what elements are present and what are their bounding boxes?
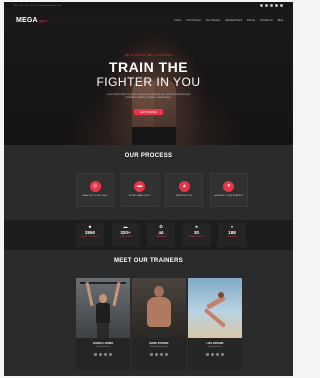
stat-item: ▬ 320+ TOTAL GYMS bbox=[111, 223, 140, 247]
stat-item: ☻ 2550 HAPPY CLIENTS bbox=[76, 223, 104, 247]
twitter-icon[interactable] bbox=[211, 353, 214, 356]
nav-item-contact[interactable]: Contact Us bbox=[260, 19, 273, 22]
stat-label: AWARDS WON bbox=[188, 236, 205, 238]
page: Mon - Sat: 9:00 - 19:00 | info@megafitne… bbox=[4, 2, 293, 376]
trainer-photo bbox=[188, 278, 242, 338]
trainer-card[interactable]: LISA PARKER Yoga Instructor bbox=[188, 278, 242, 370]
stat-item: ★ 30 AWARDS WON bbox=[182, 223, 211, 247]
trainer-social-links bbox=[76, 353, 130, 356]
facebook-icon[interactable] bbox=[260, 4, 263, 7]
twitter-icon[interactable] bbox=[155, 353, 158, 356]
process-step[interactable]: ◎ ANALYZE YOUR GOAL bbox=[76, 173, 114, 207]
dumbbell-icon: ▬ bbox=[134, 181, 146, 192]
facebook-icon[interactable] bbox=[206, 353, 209, 356]
youtube-icon[interactable] bbox=[275, 4, 278, 7]
stat-label: HAPPY CLIENTS bbox=[81, 236, 99, 238]
stat-value: 2550 bbox=[84, 230, 95, 235]
trainer-role: Bodybuilding Coach bbox=[150, 346, 168, 348]
twitter-icon[interactable] bbox=[265, 4, 268, 7]
trainer-photo bbox=[132, 278, 186, 338]
hero-subtitle: FIGHTER IN YOU bbox=[96, 75, 201, 89]
stat-item: ♦ 188 CLASSES bbox=[218, 223, 246, 247]
target-icon: ◎ bbox=[89, 181, 101, 192]
fire-icon: ♦ bbox=[230, 224, 234, 229]
nav-item-member-plans[interactable]: Member Plans bbox=[225, 19, 242, 22]
facebook-icon[interactable] bbox=[94, 353, 97, 356]
linkedin-icon[interactable] bbox=[165, 353, 168, 356]
instagram-icon[interactable] bbox=[160, 353, 163, 356]
hero-image-shorts bbox=[132, 127, 176, 145]
trainer-role: Yoga Instructor bbox=[208, 346, 222, 348]
nav-item-home[interactable]: Home bbox=[175, 19, 182, 22]
user-icon: ☻ bbox=[87, 224, 93, 229]
trainer-name: JESSICA JONES bbox=[92, 342, 114, 345]
main-nav: MEGAgym Home Our Process Our Trainers Me… bbox=[4, 13, 293, 27]
nav-item-our-process[interactable]: Our Process bbox=[186, 19, 200, 22]
trainer-photo bbox=[76, 278, 130, 338]
chart-icon: ▲ bbox=[178, 181, 190, 192]
instagram-icon[interactable] bbox=[104, 353, 107, 356]
trainer-cards: JESSICA JONES Fitness Trainer MARK STRON… bbox=[76, 278, 244, 370]
process-step-label: ACHIEVE YOUR PERFECT bbox=[214, 195, 244, 197]
hero-lead: Lorem ipsum dolor sit amet, consectetur … bbox=[106, 93, 191, 100]
trainer-social-links bbox=[188, 353, 242, 356]
contact-info: Mon - Sat: 9:00 - 19:00 | info@megafitne… bbox=[14, 4, 62, 7]
nav-item-our-trainers[interactable]: Our Trainers bbox=[206, 19, 220, 22]
hero-section: MEGAgym Home Our Process Our Trainers Me… bbox=[4, 9, 293, 145]
nav-item-blog[interactable]: Blog bbox=[278, 19, 283, 22]
hero-eyebrow: BE STRONG, BE A FIGHTER bbox=[125, 53, 172, 57]
stat-value: 320+ bbox=[120, 230, 131, 235]
stat-value: 30 bbox=[193, 230, 199, 235]
trainers-title: MEET OUR TRAINERS bbox=[113, 258, 184, 264]
trainer-role: Fitness Trainer bbox=[96, 346, 110, 348]
process-section: OUR PROCESS ◎ ANALYZE YOUR GOAL ▬ WORK H… bbox=[4, 145, 293, 220]
stat-label: TRAINERS bbox=[155, 236, 167, 238]
social-links bbox=[260, 4, 283, 7]
logo[interactable]: MEGAgym bbox=[16, 17, 47, 24]
logo-suffix: gym bbox=[38, 17, 47, 23]
facebook-icon[interactable] bbox=[150, 353, 153, 356]
logo-text: MEGA bbox=[16, 16, 38, 24]
stat-item: ✪ 44 TRAINERS bbox=[147, 223, 175, 247]
nav-menu: Home Our Process Our Trainers Member Pla… bbox=[175, 19, 283, 22]
stats-section: ☻ 2550 HAPPY CLIENTS ▬ 320+ TOTAL GYMS ✪… bbox=[4, 220, 293, 250]
hero-title: TRAIN THE bbox=[108, 59, 189, 75]
trainer-card[interactable]: MARK STRONG Bodybuilding Coach bbox=[132, 278, 186, 370]
stats-row: ☻ 2550 HAPPY CLIENTS ▬ 320+ TOTAL GYMS ✪… bbox=[76, 223, 246, 247]
trainer-name: MARK STRONG bbox=[149, 342, 169, 345]
instagram-icon[interactable] bbox=[216, 353, 219, 356]
trainer-name: LISA PARKER bbox=[206, 342, 224, 345]
process-step-label: IMPROVE FITS bbox=[175, 195, 193, 197]
trophy-icon: ♥ bbox=[223, 181, 235, 192]
nav-item-pricing[interactable]: Pricing bbox=[247, 19, 255, 22]
linkedin-icon[interactable] bbox=[221, 353, 224, 356]
medal-icon: ✪ bbox=[159, 224, 163, 229]
process-title: OUR PROCESS bbox=[124, 153, 173, 159]
stat-label: CLASSES bbox=[227, 236, 237, 238]
process-step[interactable]: ▲ IMPROVE FITS bbox=[165, 173, 204, 207]
trainers-section: MEET OUR TRAINERS JESSICA JONES Fitness … bbox=[4, 250, 293, 376]
process-step[interactable]: ▬ WORK HARD ON IT bbox=[120, 173, 159, 207]
trainer-card[interactable]: JESSICA JONES Fitness Trainer bbox=[76, 278, 130, 370]
hero-content: BE STRONG, BE A FIGHTER TRAIN THE FIGHTE… bbox=[4, 53, 293, 118]
instagram-icon[interactable] bbox=[270, 4, 273, 7]
dumbbell-icon: ▬ bbox=[123, 224, 128, 229]
process-step[interactable]: ♥ ACHIEVE YOUR PERFECT bbox=[209, 173, 248, 207]
linkedin-icon[interactable] bbox=[109, 353, 112, 356]
top-info-bar: Mon - Sat: 9:00 - 19:00 | info@megafitne… bbox=[4, 2, 293, 9]
get-started-button[interactable]: GET STARTED bbox=[134, 109, 163, 116]
twitter-icon[interactable] bbox=[99, 353, 102, 356]
trainer-social-links bbox=[132, 353, 186, 356]
award-icon: ★ bbox=[194, 224, 199, 229]
google-plus-icon[interactable] bbox=[280, 4, 283, 7]
stat-value: 44 bbox=[158, 230, 164, 235]
process-step-label: ANALYZE YOUR GOAL bbox=[82, 195, 108, 197]
stat-value: 188 bbox=[228, 230, 236, 235]
stat-label: TOTAL GYMS bbox=[118, 236, 133, 238]
process-step-label: WORK HARD ON IT bbox=[128, 195, 151, 197]
process-steps: ◎ ANALYZE YOUR GOAL ▬ WORK HARD ON IT ▲ … bbox=[76, 173, 248, 207]
